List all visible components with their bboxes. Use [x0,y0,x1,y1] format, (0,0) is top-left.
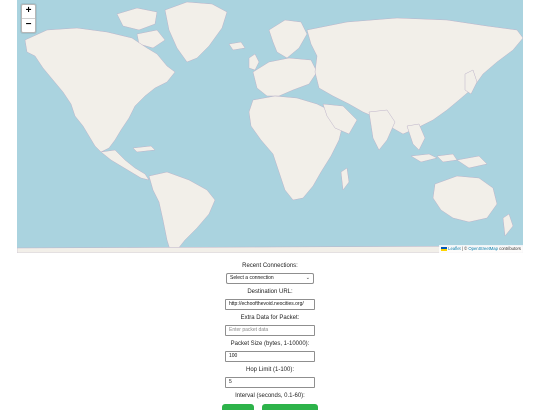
extra-data-label: Extra Data for Packet: [240,315,300,321]
recent-connections-label: Recent Connections: [242,263,298,269]
ukraine-flag-icon [441,246,448,251]
recent-connections-select[interactable]: Select a connection ⌄ [226,273,314,284]
zoom-in-button[interactable]: + [22,5,35,18]
hop-limit-input[interactable]: 5 [225,377,315,388]
packet-form: Recent Connections: Select a connection … [0,262,540,410]
destination-url-label: Destination URL: [247,289,293,295]
world-map-tiles [17,0,523,253]
recent-connections-value: Select a connection [230,275,274,281]
extra-data-input[interactable]: Enter packet data [225,325,315,336]
packet-size-input[interactable]: 100 [225,351,315,362]
chevron-down-icon: ⌄ [305,275,310,281]
world-map[interactable]: + − Leaflet | © OpenStreetMap contributo… [17,0,523,253]
interval-label: Interval (seconds, 0.1-60): [235,393,305,399]
zoom-out-button[interactable]: − [22,18,35,32]
packet-size-label: Packet Size (bytes, 1-10000): [230,341,310,347]
hop-limit-label: Hop Limit (1-100): [245,367,295,373]
map-attribution: Leaflet | © OpenStreetMap contributors [439,245,523,253]
destination-url-input[interactable]: http://echoofthevoid.neocities.org/ [225,299,315,310]
leaflet-link[interactable]: Leaflet [448,246,461,251]
attribution-suffix: contributors [497,246,521,251]
zoom-control: + − [21,4,36,33]
osm-link[interactable]: OpenStreetMap [468,246,498,251]
